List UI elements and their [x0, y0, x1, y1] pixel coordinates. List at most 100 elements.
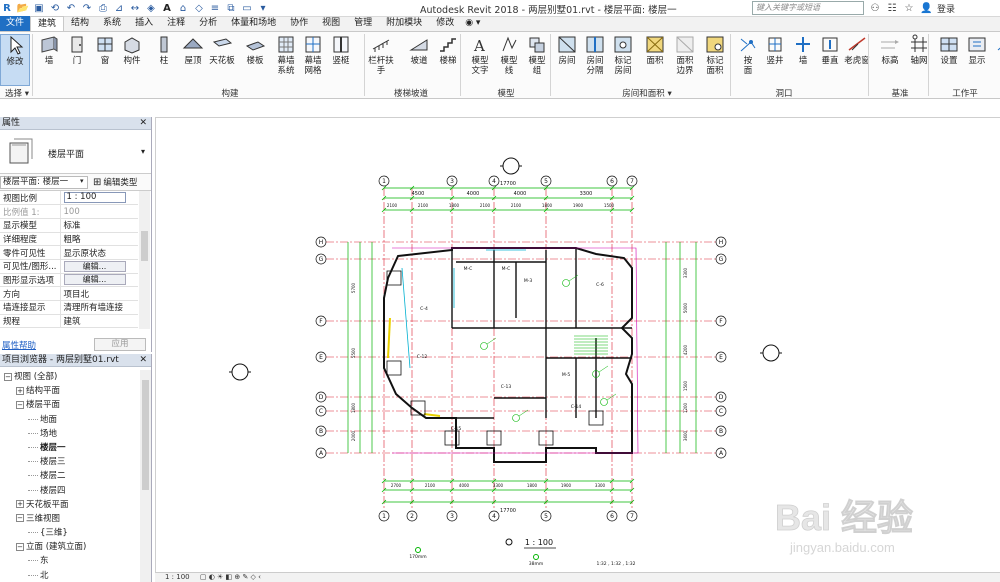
ribbon-tool-tag-area[interactable]: 标记 面积: [700, 34, 730, 76]
ribbon-tool-ref-plane[interactable]: 参 平: [990, 34, 1000, 76]
properties-scrollbar[interactable]: [139, 191, 150, 329]
ribbon-tool-room-separator[interactable]: 房间 分隔: [580, 34, 610, 76]
tag-icon[interactable]: ◈: [144, 2, 158, 16]
ribbon-tool-modify[interactable]: 修改: [0, 34, 30, 86]
property-value[interactable]: 粗略: [60, 232, 138, 247]
property-value[interactable]: 编辑...: [60, 259, 138, 274]
browser-node[interactable]: − 楼层平面: [0, 398, 140, 412]
view-scale[interactable]: 1 : 100: [165, 573, 190, 581]
ribbon-tool-component[interactable]: 构件: [117, 34, 147, 66]
collapse-icon[interactable]: −: [16, 514, 24, 523]
ribbon-tool-shaft[interactable]: 竖井: [760, 34, 790, 66]
print-icon[interactable]: ⎙: [96, 2, 110, 16]
tab-structure[interactable]: 结构: [64, 16, 96, 31]
tab-collaborate[interactable]: 协作: [283, 16, 315, 31]
sync-icon[interactable]: ⟲: [48, 2, 62, 16]
type-selector[interactable]: 楼层平面 ▾: [0, 130, 151, 174]
ribbon-group-label[interactable]: 房间和面积 ▾: [552, 87, 742, 99]
ribbon-group-label[interactable]: 楼梯坡道: [366, 87, 456, 99]
chevron-down-icon[interactable]: ▾: [141, 147, 145, 156]
ribbon-tool-wall[interactable]: 墙: [34, 34, 64, 66]
browser-node[interactable]: 东: [0, 554, 140, 568]
qat-dropdown-icon[interactable]: ▾: [256, 2, 270, 16]
tab-file[interactable]: 文件: [0, 16, 31, 31]
user-icon[interactable]: 👤: [920, 3, 932, 14]
browser-node[interactable]: 楼层四: [0, 484, 140, 498]
save-icon[interactable]: ▣: [32, 2, 46, 16]
browser-scrollbar[interactable]: [140, 370, 151, 582]
edit-button[interactable]: 编辑...: [63, 260, 126, 272]
ribbon-tool-door[interactable]: 门: [62, 34, 92, 66]
browser-node[interactable]: {三维}: [0, 526, 140, 540]
ribbon-tool-window[interactable]: 窗: [90, 34, 120, 66]
dimension-icon[interactable]: ↔: [128, 2, 142, 16]
ribbon-tool-by-face[interactable]: 按 面: [733, 34, 763, 76]
property-value[interactable]: 1 : 100: [60, 191, 138, 206]
collapse-icon[interactable]: −: [4, 372, 12, 381]
browser-node[interactable]: + 天花板平面: [0, 498, 140, 512]
ribbon-tool-curtain-grid[interactable]: 幕墙 网格: [298, 34, 328, 76]
browser-node[interactable]: + 结构平面: [0, 384, 140, 398]
ribbon-group-label[interactable]: 模型: [462, 87, 550, 99]
browser-node[interactable]: 场地: [0, 427, 140, 441]
revit-logo-icon[interactable]: R: [0, 2, 14, 16]
browser-node[interactable]: 楼层二: [0, 469, 140, 483]
ribbon-tool-set[interactable]: 设置: [934, 34, 964, 66]
browser-node[interactable]: 楼层一: [0, 441, 140, 455]
expand-icon[interactable]: +: [16, 386, 24, 395]
apply-button[interactable]: 应用: [94, 338, 146, 351]
ribbon-tool-model-line[interactable]: 模型 线: [494, 34, 524, 76]
open-icon[interactable]: 📂: [16, 2, 30, 16]
properties-help-link[interactable]: 属性帮助: [2, 339, 36, 351]
property-value[interactable]: 项目北: [60, 286, 138, 301]
ribbon-tool-ramp[interactable]: 坡道: [404, 34, 434, 66]
tab-insert[interactable]: 插入: [128, 16, 160, 31]
view-control-icons[interactable]: ▢ ◐ ☀ ◧ ⊕ ✎ ◇ ‹: [200, 573, 261, 581]
ribbon-tool-show[interactable]: 显示: [962, 34, 992, 66]
section-icon[interactable]: ◇: [192, 2, 206, 16]
expand-icon[interactable]: +: [16, 500, 24, 509]
close-icon[interactable]: ✕: [139, 354, 147, 367]
browser-node[interactable]: − 立面 (建筑立面): [0, 540, 140, 554]
property-value[interactable]: 标准: [60, 218, 138, 233]
ribbon-tool-tag-room[interactable]: 标记 房间: [608, 34, 638, 76]
tab-modify[interactable]: 修改: [429, 16, 461, 31]
scroll-thumb[interactable]: [141, 231, 148, 261]
tab-manage[interactable]: 管理: [347, 16, 379, 31]
tab-addins[interactable]: 附加模块: [379, 16, 429, 31]
tab-architecture[interactable]: 建筑: [30, 16, 65, 31]
tab-panel-toggle[interactable]: ◉ ▾: [461, 16, 484, 31]
property-value[interactable]: 建筑: [60, 314, 138, 329]
browser-node[interactable]: 地面: [0, 413, 140, 427]
undo-icon[interactable]: ↶: [64, 2, 78, 16]
browser-node[interactable]: − 三维视图: [0, 512, 140, 526]
ribbon-tool-roof[interactable]: 屋顶: [178, 34, 208, 66]
communication-icon[interactable]: ☷: [886, 3, 898, 14]
property-value[interactable]: 编辑...: [60, 273, 138, 288]
tab-analyze[interactable]: 分析: [192, 16, 224, 31]
ribbon-tool-mullion[interactable]: 竖梃: [326, 34, 356, 66]
tab-annotate[interactable]: 注释: [160, 16, 192, 31]
ribbon-tool-room[interactable]: 房间: [552, 34, 582, 66]
browser-node[interactable]: − 视图 (全部): [0, 370, 140, 384]
3d-view-icon[interactable]: ⌂: [176, 2, 190, 16]
switch-windows-icon[interactable]: ▭: [240, 2, 254, 16]
ribbon-tool-curtain-system[interactable]: 幕墙 系统: [271, 34, 301, 76]
ribbon-tool-stair[interactable]: 楼梯: [433, 34, 463, 66]
tab-view[interactable]: 视图: [315, 16, 347, 31]
close-icon[interactable]: ✕: [139, 117, 147, 130]
collapse-icon[interactable]: −: [16, 542, 24, 551]
ribbon-tool-floor[interactable]: 楼板: [240, 34, 270, 66]
chevron-down-icon[interactable]: ▾: [80, 177, 84, 185]
edit-type-button[interactable]: ⊞ 编辑类型: [93, 176, 137, 189]
tab-systems[interactable]: 系统: [96, 16, 128, 31]
instance-selector[interactable]: 楼层平面: 楼层一: [0, 176, 88, 189]
ribbon-group-label[interactable]: 构建: [90, 87, 370, 99]
ribbon-tool-grid[interactable]: 轴网: [904, 34, 934, 66]
ribbon-group-label[interactable]: 洞口: [734, 87, 834, 99]
browser-node[interactable]: 楼层三: [0, 455, 140, 469]
ribbon-tool-railing[interactable]: 栏杆扶手: [366, 34, 396, 76]
login-link[interactable]: 登录: [937, 2, 955, 15]
ribbon-group-label[interactable]: 工作平: [930, 87, 1000, 99]
scroll-thumb[interactable]: [142, 380, 149, 490]
